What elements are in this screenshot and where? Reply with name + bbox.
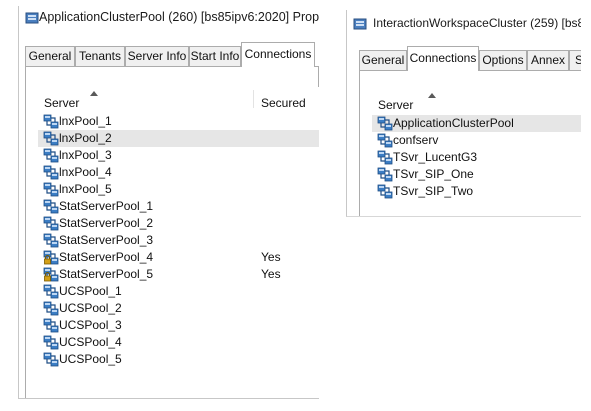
- list-item[interactable]: lnxPool_3: [38, 147, 319, 164]
- sort-ascending-icon: [428, 93, 436, 98]
- connections-list[interactable]: Server Secured lnxPool_1 lnxPool_2 lnxPool…: [38, 87, 319, 398]
- tab-annex[interactable]: Annex: [527, 50, 569, 70]
- server-name: StatServerPool_4: [59, 250, 154, 264]
- connections-panel: Server Secured lnxPool_1 lnxPool_2 lnxPool…: [25, 66, 319, 398]
- secured-value: Yes: [261, 267, 281, 281]
- rows-container: ApplicationClusterPool confserv TSvr_Lucen…: [372, 115, 581, 200]
- server-connection-icon: [43, 301, 59, 316]
- list-item[interactable]: lnxPool_5: [38, 181, 319, 198]
- server-connection-icon: [377, 150, 393, 165]
- list-item[interactable]: ApplicationClusterPool: [372, 115, 581, 132]
- server-name: StatServerPool_2: [59, 216, 154, 230]
- list-item[interactable]: lnxPool_1: [38, 113, 319, 130]
- list-item[interactable]: UCSPool_4: [38, 334, 319, 351]
- application-icon: [25, 11, 39, 25]
- server-name: lnxPool_4: [59, 165, 112, 179]
- server-name: UCSPool_3: [59, 318, 122, 332]
- list-item[interactable]: TSvr_SIP_Two: [372, 183, 581, 200]
- tab-start-info[interactable]: Start Info: [189, 46, 241, 66]
- server-name: confserv: [393, 133, 439, 147]
- window-title: InteractionWorkspaceCluster (259) [bs8: [373, 16, 581, 30]
- column-header-server[interactable]: Server: [378, 98, 413, 112]
- server-connection-icon: [43, 318, 59, 333]
- server-name: StatServerPool_1: [59, 199, 154, 213]
- secure-server-connection-icon: [43, 267, 59, 282]
- tab-tenants[interactable]: Tenants: [75, 46, 125, 66]
- secure-server-connection-icon: [43, 250, 59, 265]
- tab-security[interactable]: S: [569, 50, 581, 70]
- tab-general[interactable]: General: [25, 46, 75, 66]
- tab-general[interactable]: General: [359, 50, 407, 70]
- list-item[interactable]: TSvr_LucentG3: [372, 149, 581, 166]
- rows-container: lnxPool_1 lnxPool_2 lnxPool_3 lnxPool_4 lnxP…: [38, 113, 319, 368]
- list-item[interactable]: lnxPool_4: [38, 164, 319, 181]
- list-item[interactable]: StatServerPool_1: [38, 198, 319, 215]
- column-header-server[interactable]: Server: [44, 96, 79, 110]
- tab-connections[interactable]: Connections: [407, 46, 479, 71]
- server-name: lnxPool_2: [59, 131, 112, 145]
- server-name: StatServerPool_3: [59, 233, 154, 247]
- tab-strip: General Connections Options Annex S: [359, 46, 581, 71]
- server-connection-icon: [43, 352, 59, 367]
- list-header: Server: [372, 89, 581, 112]
- tab-server-info[interactable]: Server Info: [125, 46, 189, 66]
- server-connection-icon: [377, 133, 393, 148]
- server-connection-icon: [377, 116, 393, 131]
- list-item[interactable]: StatServerPool_4 Yes: [38, 249, 319, 266]
- column-header-secured[interactable]: Secured: [261, 96, 306, 110]
- list-item[interactable]: StatServerPool_3: [38, 232, 319, 249]
- server-name: TSvr_LucentG3: [393, 150, 478, 164]
- server-name: lnxPool_5: [59, 182, 112, 196]
- server-connection-icon: [43, 131, 59, 146]
- title-bar[interactable]: InteractionWorkspaceCluster (259) [bs8: [347, 10, 581, 34]
- server-connection-icon: [43, 335, 59, 350]
- list-item[interactable]: StatServerPool_5 Yes: [38, 266, 319, 283]
- list-item[interactable]: UCSPool_2: [38, 300, 319, 317]
- server-name: TSvr_SIP_One: [393, 167, 474, 181]
- connections-panel: Server ApplicationClusterPool confserv TSv…: [359, 70, 581, 216]
- interaction-workspace-cluster-window: InteractionWorkspaceCluster (259) [bs8 G…: [346, 10, 581, 217]
- tab-strip: General Tenants Server Info Start Info C…: [25, 42, 319, 67]
- server-name: UCSPool_5: [59, 352, 122, 366]
- connections-list[interactable]: Server ApplicationClusterPool confserv TSv…: [372, 89, 581, 216]
- application-icon: [353, 17, 367, 31]
- server-name: lnxPool_1: [59, 114, 112, 128]
- list-item[interactable]: UCSPool_3: [38, 317, 319, 334]
- server-connection-icon: [43, 233, 59, 248]
- server-name: UCSPool_1: [59, 284, 122, 298]
- server-connection-icon: [377, 184, 393, 199]
- column-divider[interactable]: [253, 90, 254, 108]
- server-connection-icon: [43, 165, 59, 180]
- server-connection-icon: [43, 114, 59, 129]
- list-item[interactable]: StatServerPool_2: [38, 215, 319, 232]
- server-connection-icon: [43, 199, 59, 214]
- application-cluster-pool-window: ApplicationClusterPool (260) [bs85ipv6:2…: [18, 6, 319, 399]
- list-item[interactable]: UCSPool_1: [38, 283, 319, 300]
- tab-connections[interactable]: Connections: [241, 42, 315, 67]
- server-connection-icon: [43, 148, 59, 163]
- server-connection-icon: [43, 216, 59, 231]
- server-connection-icon: [43, 284, 59, 299]
- server-connection-icon: [43, 182, 59, 197]
- server-name: UCSPool_2: [59, 301, 122, 315]
- server-name: StatServerPool_5: [59, 267, 154, 281]
- server-connection-icon: [377, 167, 393, 182]
- title-bar[interactable]: ApplicationClusterPool (260) [bs85ipv6:2…: [19, 6, 319, 30]
- list-item[interactable]: confserv: [372, 132, 581, 149]
- secured-value: Yes: [261, 250, 281, 264]
- list-item[interactable]: UCSPool_5: [38, 351, 319, 368]
- server-name: ApplicationClusterPool: [393, 116, 514, 130]
- server-name: lnxPool_3: [59, 148, 112, 162]
- sort-ascending-icon: [90, 91, 98, 96]
- list-header: Server Secured: [38, 87, 319, 110]
- window-title: ApplicationClusterPool (260) [bs85ipv6:2…: [39, 10, 319, 24]
- server-name: UCSPool_4: [59, 335, 122, 349]
- list-item[interactable]: lnxPool_2: [38, 130, 319, 147]
- server-name: TSvr_SIP_Two: [393, 184, 474, 198]
- list-item[interactable]: TSvr_SIP_One: [372, 166, 581, 183]
- tab-options[interactable]: Options: [479, 50, 527, 70]
